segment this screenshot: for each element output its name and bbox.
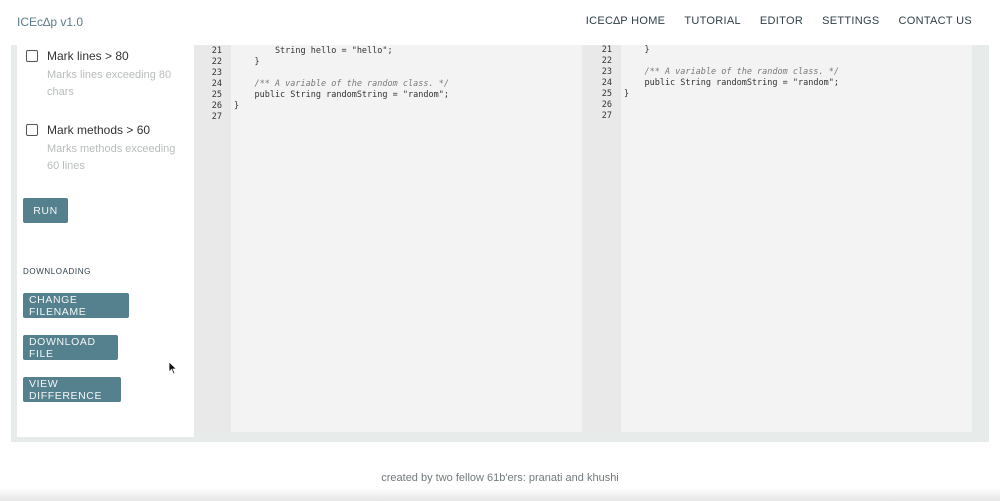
code-line: } — [234, 57, 260, 67]
left-editor-gutter: 21 22 23 24 25 26 27 — [195, 45, 231, 432]
mark-methods-label: Mark methods > 60 — [47, 123, 151, 137]
nav-contact-us[interactable]: CONTACT US — [899, 15, 973, 27]
line-number: 23 — [211, 68, 222, 78]
line-number: 26 — [211, 101, 222, 111]
line-number: 21 — [211, 46, 222, 56]
sidebar: Mark lines > 80 Marks lines exceeding 80… — [17, 45, 194, 437]
line-number: 23 — [601, 67, 612, 77]
mark-methods-checkbox[interactable] — [26, 124, 38, 136]
footer-credit: created by two fellow 61b'ers: pranati a… — [381, 472, 619, 484]
mark-methods-description: Marks methods exceeding 60 lines — [47, 143, 176, 172]
app-title[interactable]: ICEc∆p v1.0 — [17, 15, 83, 29]
line-number: 27 — [601, 111, 612, 121]
line-number: 24 — [211, 79, 222, 89]
code-comment-line: /** A variable of the random class. */ — [624, 67, 839, 77]
downloading-section-title: DOWNLOADING — [23, 267, 91, 276]
left-code-editor[interactable]: String hello = "hello"; } /** A variable… — [231, 45, 582, 432]
right-code-editor[interactable]: } /** A variable of the random class. */… — [621, 45, 972, 432]
nav-home[interactable]: ICEC∆P HOME — [586, 15, 666, 27]
line-number: 25 — [211, 90, 222, 100]
line-number: 26 — [601, 100, 612, 110]
view-difference-button[interactable]: VIEW DIFFERENCE — [23, 377, 121, 402]
line-number: 25 — [601, 89, 612, 99]
mark-lines-label: Mark lines > 80 — [47, 49, 129, 63]
code-line: } — [234, 101, 240, 111]
change-filename-button[interactable]: CHANGE FILENAME — [23, 293, 129, 318]
workspace: Mark lines > 80 Marks lines exceeding 80… — [11, 45, 989, 442]
mark-lines-checkbox[interactable] — [26, 50, 38, 62]
code-line: } — [624, 89, 630, 99]
right-editor-gutter: 21 22 23 24 25 26 27 — [584, 45, 621, 432]
line-number: 22 — [211, 57, 222, 67]
nav-editor[interactable]: EDITOR — [760, 15, 803, 27]
line-number: 24 — [601, 78, 612, 88]
code-line: String hello = "hello"; — [234, 46, 393, 56]
code-line: } — [624, 45, 650, 55]
top-navbar: ICEc∆p v1.0 ICEC∆P HOME TUTORIAL EDITOR … — [0, 0, 1000, 45]
download-file-button[interactable]: DOWNLOAD FILE — [23, 335, 118, 360]
code-line: public String randomString = "random"; — [624, 78, 839, 88]
mouse-cursor-icon — [168, 361, 178, 375]
main-nav: ICEC∆P HOME TUTORIAL EDITOR SETTINGS CON… — [567, 15, 972, 27]
line-number: 21 — [601, 45, 612, 55]
nav-settings[interactable]: SETTINGS — [822, 15, 879, 27]
nav-tutorial[interactable]: TUTORIAL — [684, 15, 741, 27]
mark-lines-description: Marks lines exceeding 80 chars — [47, 69, 172, 98]
code-comment-line: /** A variable of the random class. */ — [234, 79, 449, 89]
run-button[interactable]: RUN — [23, 198, 68, 223]
line-number: 27 — [211, 112, 222, 122]
footer-divider — [0, 488, 1000, 501]
code-line: public String randomString = "random"; — [234, 90, 449, 100]
line-number: 22 — [601, 56, 612, 66]
